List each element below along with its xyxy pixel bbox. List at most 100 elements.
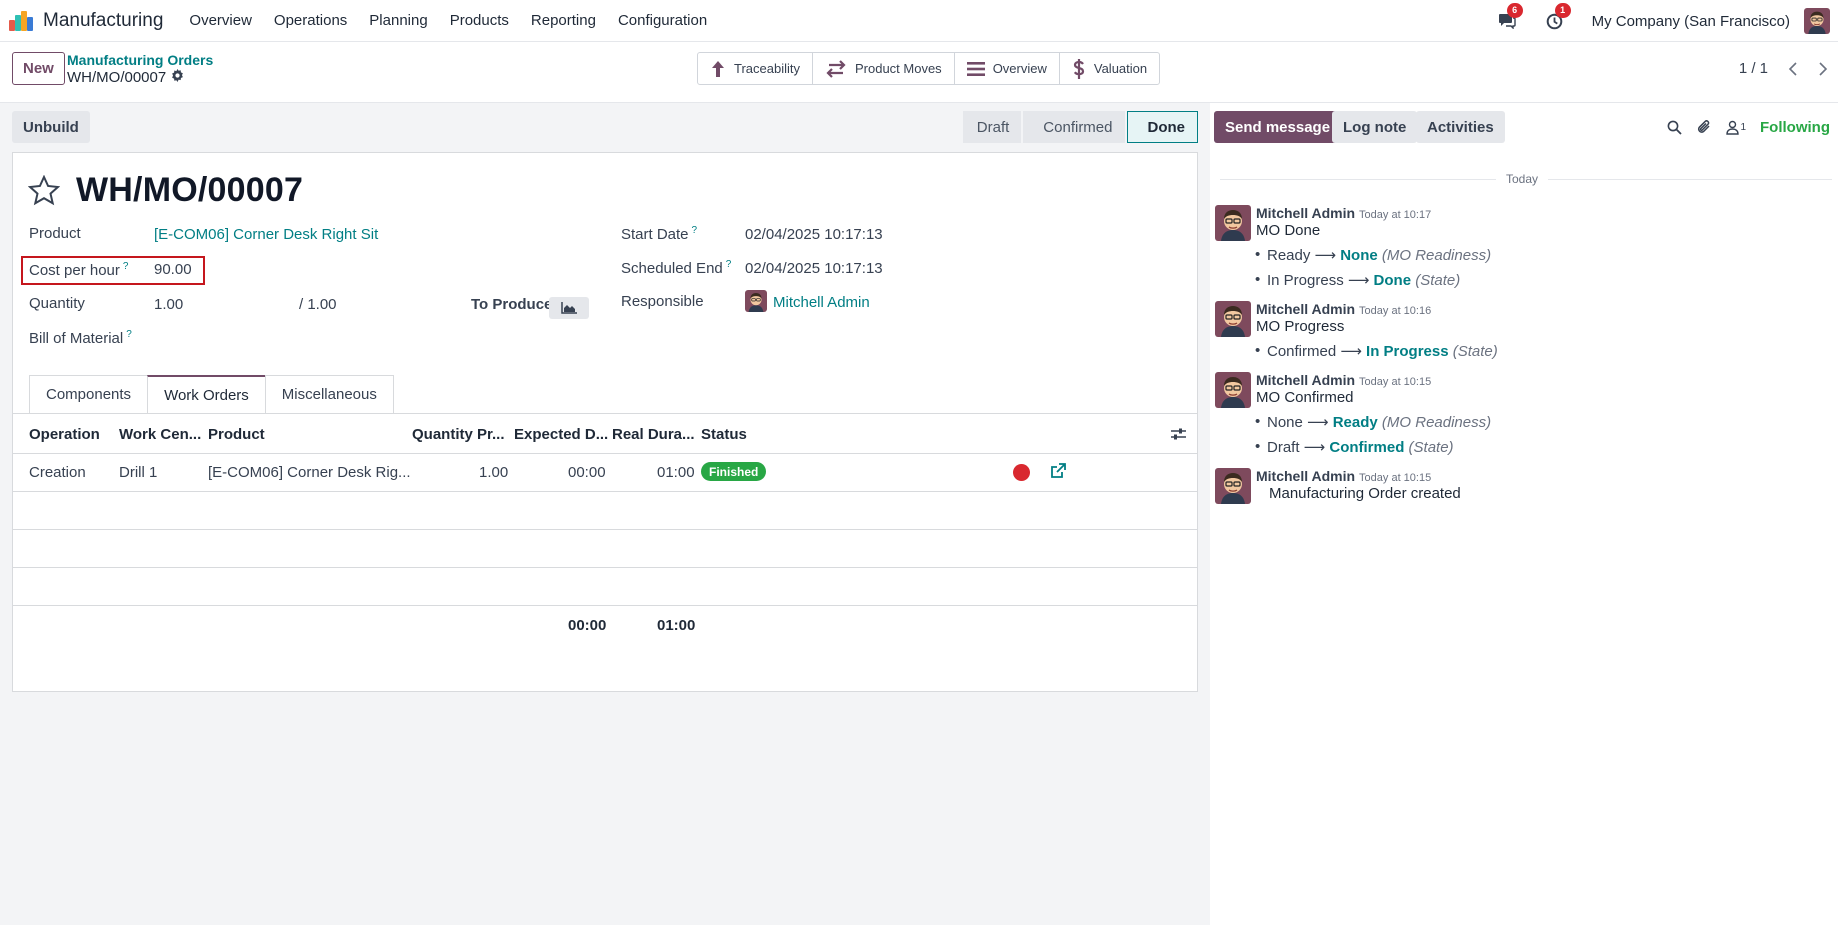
col-product[interactable]: Product	[208, 426, 265, 443]
record-name-label: WH/MO/00007	[67, 69, 167, 86]
chatter-tools: 1 Following	[1667, 111, 1838, 143]
unbuild-button[interactable]: Unbuild	[12, 111, 90, 143]
cost-per-hour-label: Cost per hour?	[29, 261, 129, 279]
chevron-left-icon[interactable]	[1778, 54, 1808, 84]
tracking-change: Ready ⟶ None (MO Readiness)	[1255, 246, 1491, 264]
chat-icon[interactable]: 6	[1496, 3, 1523, 32]
message-body: Manufacturing Order created	[1269, 485, 1461, 502]
col-real-duration[interactable]: Real Dura...	[612, 426, 695, 443]
help-mark: ?	[725, 259, 732, 270]
activities-button[interactable]: Activities	[1416, 111, 1505, 143]
product-label: Product	[29, 225, 81, 242]
messages-count-badge: 6	[1506, 3, 1523, 18]
control-panel: New Manufacturing Orders WH/MO/00007 Tra…	[0, 42, 1838, 103]
quantity-label: Quantity	[29, 295, 85, 312]
product-moves-button[interactable]: Product Moves	[813, 53, 955, 84]
menu-configuration[interactable]: Configuration	[618, 12, 707, 29]
message-time: Today at 10:16	[1359, 305, 1432, 317]
record-title: WH/MO/00007	[76, 171, 304, 209]
swap-arrows-icon	[826, 59, 846, 78]
cell-real-duration: 01:00	[657, 464, 695, 481]
total-real-duration: 01:00	[657, 617, 696, 634]
total-expected-duration: 00:00	[568, 617, 607, 634]
column-settings-icon[interactable]	[1171, 427, 1186, 441]
table-row[interactable]: Creation Drill 1 [E-COM06] Corner Desk R…	[13, 454, 1197, 492]
traceability-button[interactable]: Traceability	[698, 53, 813, 84]
to-produce-label: To Produce	[471, 296, 553, 313]
col-work-center[interactable]: Work Cen...	[119, 426, 201, 443]
user-avatar[interactable]	[1804, 8, 1830, 34]
menu-overview[interactable]: Overview	[189, 12, 252, 29]
start-date-field[interactable]: 02/04/2025 10:17:13	[745, 226, 883, 243]
cost-per-hour-field[interactable]: 90.00	[154, 261, 192, 278]
external-link-icon[interactable]	[1050, 463, 1066, 479]
overview-label: Overview	[992, 61, 1047, 76]
tab-miscellaneous[interactable]: Miscellaneous	[264, 375, 394, 413]
menu-products[interactable]: Products	[450, 12, 509, 29]
company-switcher[interactable]: My Company (San Francisco)	[1592, 13, 1790, 30]
help-mark: ?	[126, 329, 132, 340]
settings-gear-icon[interactable]	[171, 69, 184, 86]
message-author[interactable]: Mitchell Admin Today at 10:16	[1256, 301, 1431, 317]
forecast-report-button[interactable]	[549, 297, 589, 319]
status-badge: Finished	[701, 462, 767, 481]
new-button[interactable]: New	[12, 52, 65, 85]
menu-reporting[interactable]: Reporting	[531, 12, 596, 29]
col-operation[interactable]: Operation	[29, 426, 100, 443]
tracking-change: In Progress ⟶ Done (State)	[1255, 271, 1460, 289]
message-author[interactable]: Mitchell Admin Today at 10:17	[1256, 205, 1431, 221]
table-header: Operation Work Cen... Product Quantity P…	[13, 414, 1197, 454]
message-body: MO Progress	[1256, 318, 1345, 335]
product-field[interactable]: [E-COM06] Corner Desk Right Sit	[154, 226, 378, 243]
tab-work-orders[interactable]: Work Orders	[147, 375, 266, 413]
day-label: Today	[1496, 172, 1549, 186]
overview-button[interactable]: Overview	[955, 53, 1060, 84]
col-quantity-produced[interactable]: Quantity Pr...	[412, 426, 505, 443]
responsible-avatar	[745, 290, 767, 312]
form-sheet: WH/MO/00007 Product [E-COM06] Corner Des…	[12, 152, 1198, 692]
avatar[interactable]	[1215, 301, 1251, 337]
stage-draft[interactable]: Draft	[962, 111, 1022, 143]
chatter-panel: Send message Log note Activities 1 Follo…	[1210, 103, 1838, 925]
responsible-label: Responsible	[621, 293, 704, 310]
message-body: MO Done	[1256, 222, 1321, 239]
log-note-button[interactable]: Log note	[1332, 111, 1418, 143]
menu-planning[interactable]: Planning	[369, 12, 427, 29]
pager-value[interactable]: 1 / 1	[1739, 60, 1768, 77]
message-time: Today at 10:15	[1359, 376, 1432, 388]
search-icon[interactable]	[1667, 120, 1683, 135]
pager: 1 / 1	[1739, 52, 1838, 85]
manufacturing-app-icon	[9, 10, 33, 31]
menu-operations[interactable]: Operations	[274, 12, 347, 29]
star-icon[interactable]	[28, 175, 60, 206]
stage-confirmed[interactable]: Confirmed	[1023, 111, 1125, 143]
following-toggle[interactable]: Following	[1760, 119, 1830, 136]
tracking-change: None ⟶ Ready (MO Readiness)	[1255, 413, 1491, 431]
avatar[interactable]	[1215, 372, 1251, 408]
col-status[interactable]: Status	[701, 426, 747, 443]
col-expected-duration[interactable]: Expected D...	[514, 426, 608, 443]
followers-button[interactable]: 1	[1726, 120, 1746, 135]
main-menu: Overview Operations Planning Products Re…	[189, 12, 729, 29]
message-author[interactable]: Mitchell Admin Today at 10:15	[1256, 468, 1431, 484]
app-name: Manufacturing	[43, 9, 164, 31]
app-brand[interactable]: Manufacturing	[9, 10, 163, 32]
tab-components[interactable]: Components	[29, 375, 149, 413]
product-moves-label: Product Moves	[854, 61, 942, 76]
avatar[interactable]	[1215, 468, 1251, 504]
blocked-indicator[interactable]	[1013, 464, 1030, 481]
responsible-field[interactable]: Mitchell Admin	[773, 294, 870, 311]
paperclip-icon[interactable]	[1696, 119, 1712, 135]
valuation-button[interactable]: Valuation	[1060, 53, 1159, 84]
status-bar: Unbuild Draft Confirmed Done	[12, 111, 1198, 145]
clock-icon[interactable]: 1	[1544, 3, 1571, 32]
quantity-field[interactable]: 1.00	[154, 296, 183, 313]
breadcrumb[interactable]: Manufacturing Orders	[67, 52, 213, 68]
avatar[interactable]	[1215, 205, 1251, 241]
stage-done[interactable]: Done	[1126, 111, 1198, 143]
chevron-right-icon[interactable]	[1808, 54, 1838, 84]
cell-product: [E-COM06] Corner Desk Rig...	[208, 464, 411, 481]
message-author[interactable]: Mitchell Admin Today at 10:15	[1256, 372, 1431, 388]
send-message-button[interactable]: Send message	[1214, 111, 1342, 143]
scheduled-end-field[interactable]: 02/04/2025 10:17:13	[745, 260, 883, 277]
